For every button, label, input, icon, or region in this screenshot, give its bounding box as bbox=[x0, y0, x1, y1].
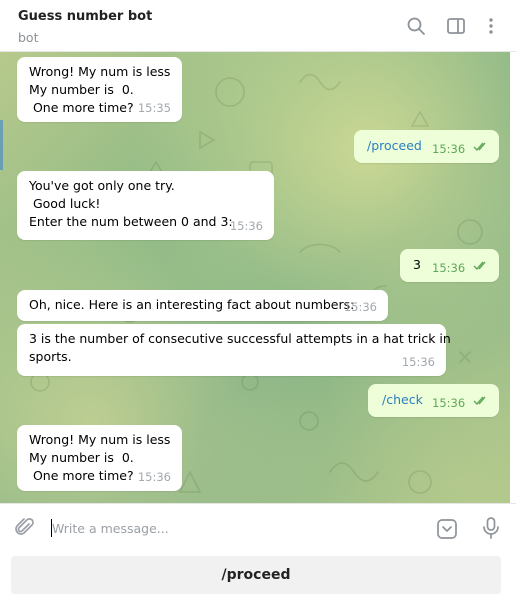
incoming-message[interactable]: Wrong! My num is less My number is 0. On… bbox=[17, 425, 182, 491]
chat-header: Guess number bot bot bbox=[0, 0, 516, 52]
outgoing-message[interactable]: /check 15:36 bbox=[368, 384, 499, 417]
scrollbar[interactable] bbox=[0, 120, 3, 170]
message-time: 15:36 bbox=[432, 142, 466, 156]
incoming-message[interactable]: Wrong! My num is less My number is 0. On… bbox=[17, 57, 182, 122]
message-text: 3 bbox=[413, 257, 421, 272]
message-composer bbox=[0, 503, 516, 550]
paperclip-icon[interactable] bbox=[14, 517, 36, 539]
bot-reply-keyboard: /proceed bbox=[0, 550, 516, 602]
more-vertical-icon[interactable] bbox=[481, 16, 501, 36]
message-time: 15:36 bbox=[229, 219, 263, 233]
message-input[interactable] bbox=[52, 517, 412, 539]
outgoing-message[interactable]: /proceed 15:36 bbox=[354, 130, 499, 163]
message-text: You've got only one try. Good luck! Ente… bbox=[29, 178, 233, 229]
microphone-icon[interactable] bbox=[481, 516, 501, 540]
message-time: 15:36 bbox=[432, 261, 466, 275]
message-text: 3 is the number of consecutive successfu… bbox=[29, 331, 451, 364]
message-time: 15:36 bbox=[401, 355, 435, 369]
incoming-message[interactable]: Oh, nice. Here is an interesting fact ab… bbox=[17, 290, 388, 321]
message-time: 15:36 bbox=[137, 470, 171, 484]
read-ticks-icon bbox=[473, 261, 486, 270]
command-link[interactable]: /proceed bbox=[367, 137, 422, 155]
read-ticks-icon bbox=[473, 396, 486, 405]
chat-title[interactable]: Guess number bot bbox=[18, 9, 152, 24]
message-time: 15:36 bbox=[432, 396, 466, 410]
command-link[interactable]: /check bbox=[382, 391, 423, 409]
incoming-message[interactable]: You've got only one try. Good luck! Ente… bbox=[17, 171, 274, 240]
message-time: 15:35 bbox=[137, 101, 171, 115]
outgoing-message[interactable]: 3 15:36 bbox=[400, 249, 499, 282]
message-time: 15:36 bbox=[343, 300, 377, 314]
incoming-message[interactable]: 3 is the number of consecutive successfu… bbox=[17, 324, 451, 376]
proceed-button[interactable]: /proceed bbox=[11, 556, 501, 594]
bot-keyboard-icon[interactable] bbox=[436, 518, 458, 540]
sidebar-toggle-icon[interactable] bbox=[446, 16, 466, 36]
message-text: Oh, nice. Here is an interesting fact ab… bbox=[29, 297, 355, 312]
message-list[interactable]: Wrong! My num is less My number is 0. On… bbox=[0, 52, 510, 503]
chat-status: bot bbox=[18, 30, 39, 45]
read-ticks-icon bbox=[473, 142, 486, 151]
search-icon[interactable] bbox=[406, 16, 426, 36]
